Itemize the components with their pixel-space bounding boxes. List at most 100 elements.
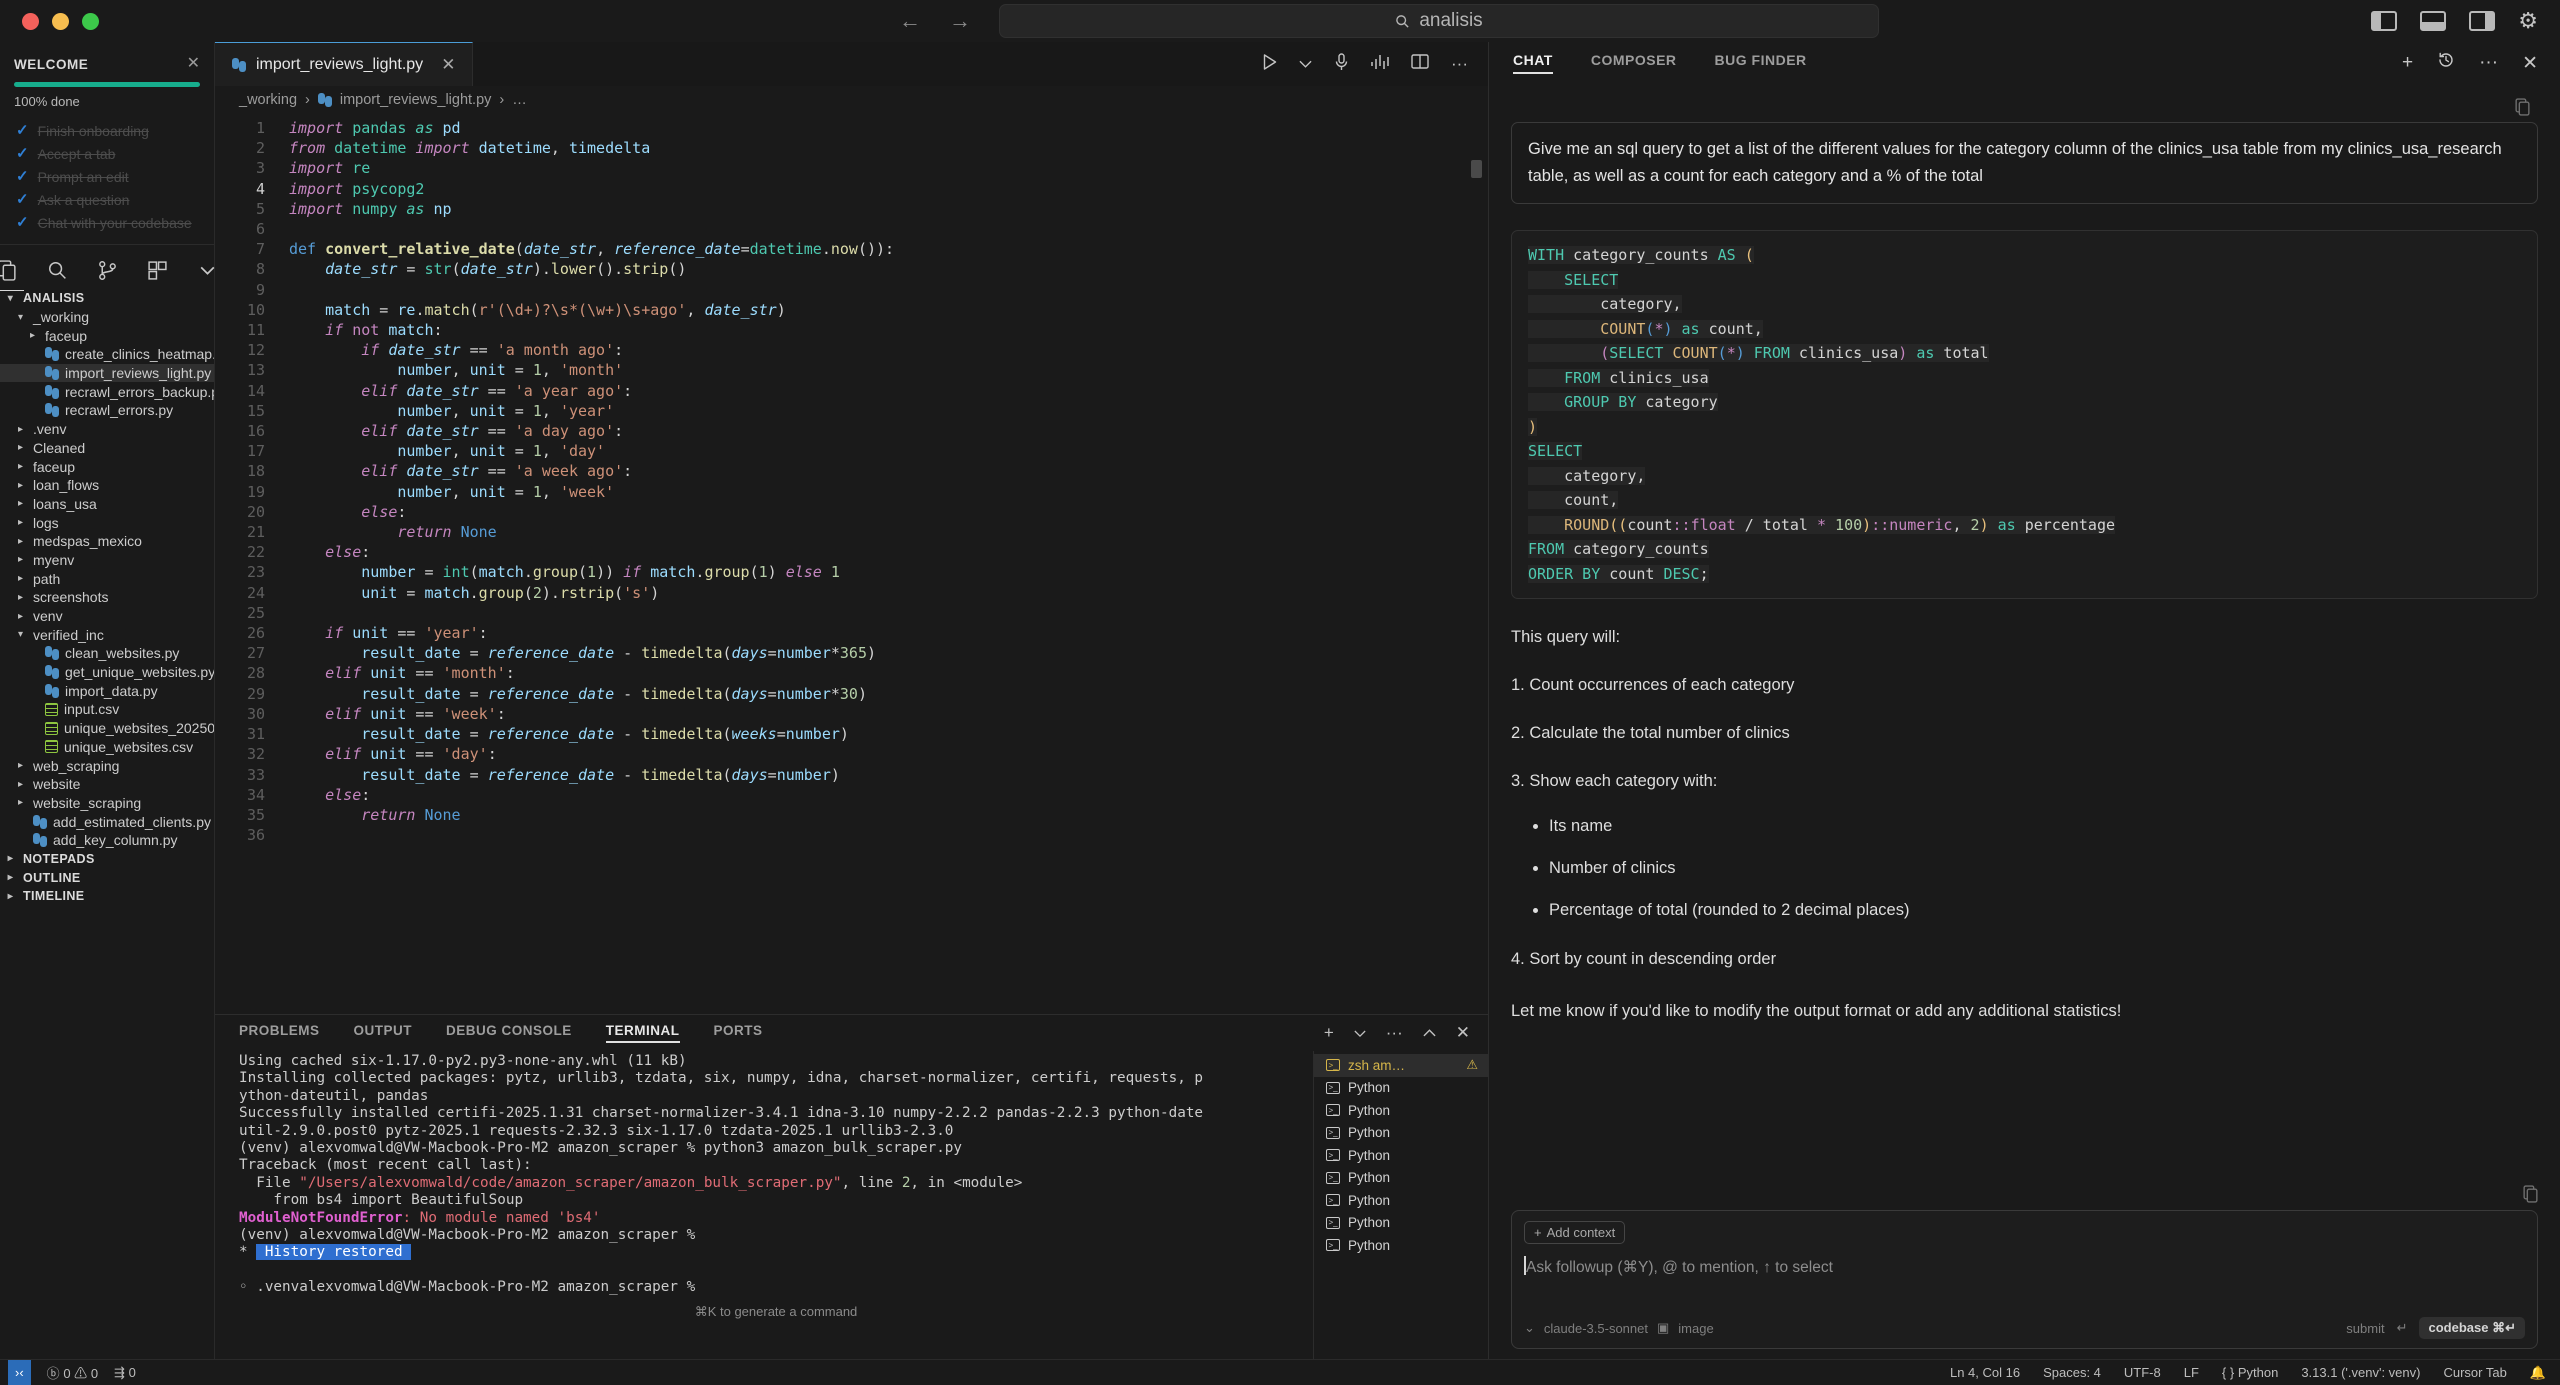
tree-item[interactable]: ▸ website <box>0 775 214 794</box>
editor-tab[interactable]: import_reviews_light.py ✕ <box>215 42 474 86</box>
search-icon[interactable] <box>47 260 68 281</box>
navigation-arrows[interactable]: ← → <box>899 10 971 32</box>
forward-icon[interactable]: → <box>949 10 971 32</box>
tree-item[interactable]: recrawl_errors_backup.py <box>0 382 214 401</box>
tree-item[interactable]: unique_websites.csv <box>0 738 214 757</box>
new-chat-icon[interactable]: + <box>2402 52 2413 74</box>
tree-item[interactable]: unique_websites_20250207_004… <box>0 719 214 738</box>
tree-item[interactable]: ▸ screenshots <box>0 588 214 607</box>
remote-icon[interactable]: ›‹ <box>8 1359 31 1385</box>
extensions-icon[interactable] <box>147 260 168 281</box>
collapse-panel-icon[interactable] <box>1423 1023 1436 1043</box>
tree-item[interactable]: add_estimated_clients.py <box>0 812 214 831</box>
sql-code-block[interactable]: WITH category_counts AS ( SELECT categor… <box>1511 230 2538 599</box>
terminal-list-item[interactable]: >_ Python <box>1314 1212 1488 1235</box>
copy-icon[interactable] <box>1511 84 2538 122</box>
tree-item[interactable]: get_unique_websites.py <box>0 663 214 682</box>
maximize-window-button[interactable] <box>82 12 99 30</box>
command-search-bar[interactable]: analisis <box>999 4 1879 38</box>
tree-item[interactable]: ▸ path <box>0 569 214 588</box>
chat-tab-bug-finder[interactable]: BUG FINDER <box>1715 52 1807 74</box>
cursor-position[interactable]: Ln 4, Col 16 <box>1950 1365 2020 1380</box>
toggle-primary-sidebar-icon[interactable] <box>2371 11 2398 31</box>
chat-input-box[interactable]: + Add context Ask followup (⌘Y), @ to me… <box>1511 1210 2538 1349</box>
panel-tab-terminal[interactable]: TERMINAL <box>605 1023 680 1043</box>
onboarding-item[interactable]: ✓ Prompt an edit <box>0 165 214 188</box>
onboarding-item[interactable]: ✓ Accept a tab <box>0 142 214 165</box>
python-interpreter[interactable]: 3.13.1 ('.venv': venv) <box>2301 1365 2420 1380</box>
toggle-panel-icon[interactable] <box>2420 11 2447 31</box>
graph-icon[interactable] <box>1371 54 1389 75</box>
breadcrumb-segment-2[interactable]: … <box>512 92 527 108</box>
run-icon[interactable] <box>1262 53 1277 75</box>
chat-input-field[interactable]: Ask followup (⌘Y), @ to mention, ↑ to se… <box>1524 1244 2525 1317</box>
tree-item[interactable]: ▸ faceup <box>0 326 214 345</box>
tree-item[interactable]: clean_websites.py <box>0 644 214 663</box>
add-context-button[interactable]: + Add context <box>1524 1221 1626 1244</box>
window-controls[interactable] <box>0 12 99 30</box>
breadcrumb-segment-1[interactable]: import_reviews_light.py <box>340 92 492 108</box>
breadcrumb[interactable]: _working › import_reviews_light.py › … <box>215 86 1488 114</box>
breadcrumb-segment-0[interactable]: _working <box>239 92 297 108</box>
copy-icon[interactable] <box>1511 1185 2538 1210</box>
back-icon[interactable]: ← <box>899 10 921 32</box>
explorer-section-outline[interactable]: ▸ OUTLINE <box>0 868 214 887</box>
tree-item[interactable]: ▸ loans_usa <box>0 495 214 514</box>
chat-tabs[interactable]: CHAT COMPOSER BUG FINDER <box>1513 52 1807 74</box>
tree-item[interactable]: create_clinics_heatmap.py <box>0 345 214 364</box>
chevron-down-icon[interactable]: ⌄ <box>1524 1320 1535 1336</box>
terminal-list-item[interactable]: >_ Python <box>1314 1167 1488 1190</box>
more-actions-icon[interactable]: ··· <box>1386 1023 1403 1043</box>
terminal-list-item[interactable]: >_ Python <box>1314 1099 1488 1122</box>
explorer-section-analisis[interactable]: ▾ ANALISIS <box>0 289 214 308</box>
terminal-list-item[interactable]: >_ zsh am… ⚠ <box>1314 1054 1488 1077</box>
panel-tab-problems[interactable]: PROBLEMS <box>239 1023 320 1043</box>
terminal-list-item[interactable]: >_ Python <box>1314 1234 1488 1257</box>
tree-item[interactable]: ▸ faceup <box>0 457 214 476</box>
encoding[interactable]: UTF-8 <box>2124 1365 2161 1380</box>
language-mode[interactable]: { } Python <box>2222 1365 2278 1380</box>
terminal-list-item[interactable]: >_ Python <box>1314 1077 1488 1100</box>
panel-tab-output[interactable]: OUTPUT <box>354 1023 413 1043</box>
tree-item[interactable]: ▸ logs <box>0 513 214 532</box>
tree-item[interactable]: ▸ venv <box>0 607 214 626</box>
terminal-list-item[interactable]: >_ Python <box>1314 1144 1488 1167</box>
tree-item[interactable]: ▸ .venv <box>0 420 214 439</box>
tree-item[interactable]: ▸ website_scraping <box>0 794 214 813</box>
explorer-section-timeline[interactable]: ▸ TIMELINE <box>0 887 214 906</box>
close-icon[interactable]: ✕ <box>1456 1023 1470 1043</box>
explorer-section-notepads[interactable]: ▸ NOTEPADS <box>0 850 214 869</box>
onboarding-item[interactable]: ✓ Chat with your codebase <box>0 211 214 234</box>
panel-tab-debug-console[interactable]: DEBUG CONSOLE <box>446 1023 572 1043</box>
image-attach-icon[interactable]: ▣ <box>1657 1320 1669 1336</box>
toggle-secondary-sidebar-icon[interactable] <box>2469 11 2496 31</box>
more-actions-icon[interactable]: ··· <box>2479 52 2498 74</box>
close-icon[interactable]: ✕ <box>2522 52 2538 75</box>
tree-item[interactable]: recrawl_errors.py <box>0 401 214 420</box>
onboarding-item[interactable]: ✓ Ask a question <box>0 188 214 211</box>
submit-label[interactable]: submit <box>2346 1321 2384 1336</box>
tree-item[interactable]: ▾ verified_inc <box>0 625 214 644</box>
history-icon[interactable] <box>2437 51 2455 75</box>
ports-group[interactable]: ⇶ 0 <box>114 1365 136 1381</box>
tree-item[interactable]: ▸ medspas_mexico <box>0 532 214 551</box>
code-content[interactable]: 1 import pandas as pd 2 from datetime impo… <box>215 114 1488 845</box>
close-icon[interactable]: ✕ <box>441 55 455 75</box>
terminal-output[interactable]: Using cached six-1.17.0-py2.py3-none-any… <box>215 1051 1313 1359</box>
chevron-down-icon[interactable] <box>1299 54 1312 74</box>
minimize-window-button[interactable] <box>52 12 69 30</box>
cursor-tab-status[interactable]: Cursor Tab <box>2443 1365 2506 1380</box>
tree-item[interactable]: ▾ _working <box>0 308 214 327</box>
onboarding-item[interactable]: ✓ Finish onboarding <box>0 119 214 142</box>
terminal-instance-list[interactable]: >_ zsh am… ⚠ >_ Python >_ Python >_ Python >_ Pyth… <box>1313 1051 1488 1359</box>
panel-tab-ports[interactable]: PORTS <box>714 1023 763 1043</box>
indentation[interactable]: Spaces: 4 <box>2043 1365 2101 1380</box>
gear-icon[interactable]: ⚙ <box>2518 10 2538 32</box>
code-editor[interactable]: 1 import pandas as pd 2 from datetime impo… <box>215 114 1488 1014</box>
file-explorer-tree[interactable]: ▾ ANALISIS ▾ _working ▸ faceup create_clinics_… <box>0 287 214 1359</box>
tree-item[interactable]: ▸ web_scraping <box>0 756 214 775</box>
tree-item[interactable]: add_key_column.py <box>0 831 214 850</box>
tree-item[interactable]: ▸ Cleaned <box>0 439 214 458</box>
eol[interactable]: LF <box>2184 1365 2199 1380</box>
chevron-down-icon[interactable] <box>1354 1023 1366 1043</box>
